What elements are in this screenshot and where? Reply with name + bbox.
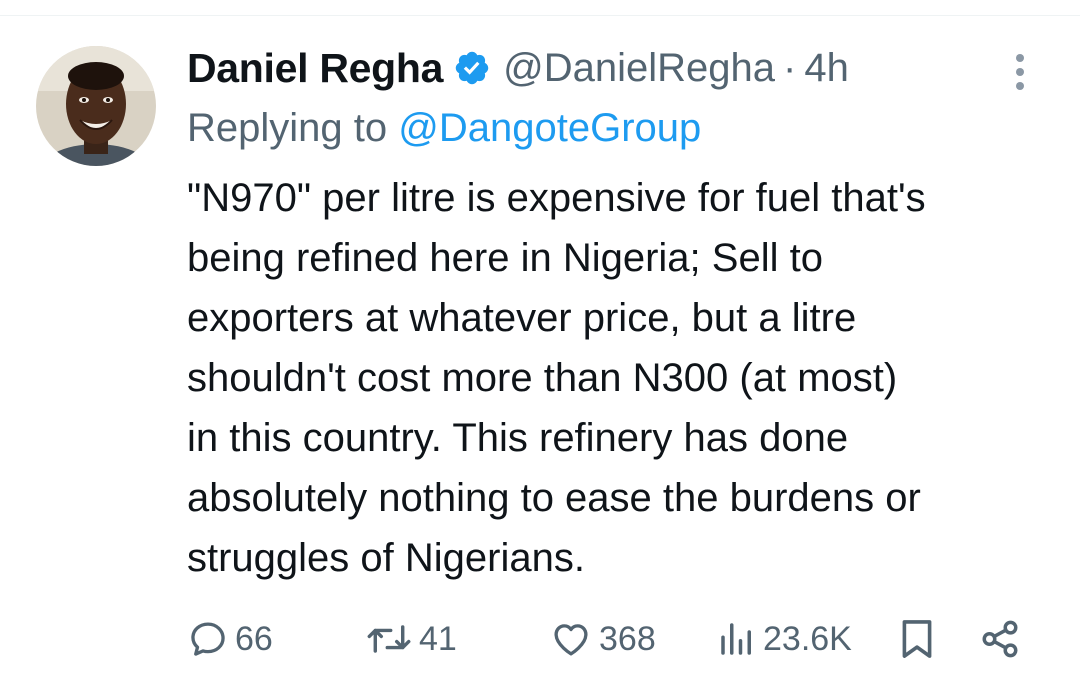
- reply-icon: [191, 622, 225, 656]
- separator-dot: ·: [783, 45, 797, 90]
- repost-count: 41: [419, 619, 457, 658]
- bookmark-button[interactable]: [899, 614, 935, 664]
- tweet[interactable]: Daniel Regha @DanielRegha · 4h Replying …: [0, 16, 1080, 673]
- heart-icon: [554, 624, 588, 656]
- share-icon: [982, 620, 1018, 658]
- reply-button[interactable]: 66: [187, 614, 273, 664]
- repost-button[interactable]: 41: [365, 614, 457, 664]
- repost-icon: [367, 625, 411, 653]
- views-count: 23.6K: [763, 619, 852, 658]
- verified-badge-icon[interactable]: [453, 49, 491, 87]
- replying-to-label: Replying to: [187, 106, 388, 150]
- bookmark-icon: [902, 620, 932, 658]
- views-button[interactable]: 23.6K: [717, 614, 852, 664]
- like-button[interactable]: 368: [549, 614, 656, 664]
- avatar[interactable]: [36, 46, 156, 166]
- like-count: 368: [599, 619, 656, 658]
- avatar-image: [36, 46, 156, 166]
- share-button[interactable]: [979, 614, 1021, 664]
- tweet-timestamp[interactable]: 4h: [804, 46, 849, 91]
- top-divider: [0, 0, 1080, 16]
- reply-count: 66: [235, 619, 273, 658]
- author-handle[interactable]: @DanielRegha: [503, 46, 775, 91]
- reply-mention-link[interactable]: @DangoteGroup: [398, 106, 701, 150]
- more-options-icon[interactable]: [1006, 50, 1034, 94]
- tweet-header: Daniel Regha @DanielRegha · 4h: [187, 42, 849, 94]
- author-display-name[interactable]: Daniel Regha: [187, 45, 443, 92]
- tweet-actions: 66 41 368 23.6K: [187, 614, 1037, 664]
- tweet-text: "N970" per litre is expensive for fuel t…: [187, 176, 926, 580]
- replying-to: Replying to @DangoteGroup: [187, 106, 701, 151]
- views-icon: [721, 623, 751, 655]
